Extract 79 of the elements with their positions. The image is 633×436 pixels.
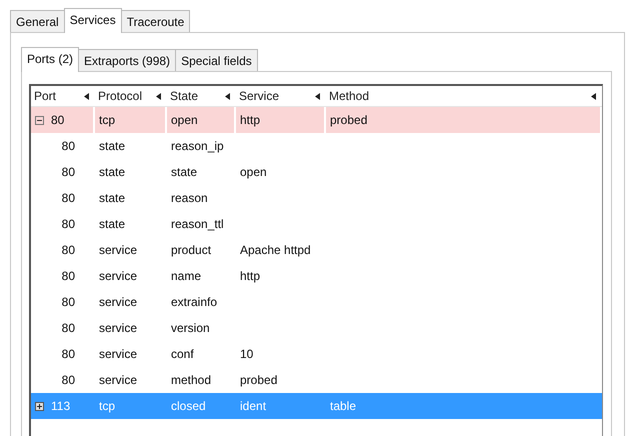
table-cell: service: [99, 347, 138, 361]
table-cell: 80: [62, 165, 75, 179]
detail-row[interactable]: 80 service name http: [31, 263, 602, 289]
column-header[interactable]: Service: [236, 86, 326, 106]
table-cell: ident: [240, 399, 266, 413]
tab[interactable]: Extraports (998): [78, 49, 176, 71]
table-cell: state: [99, 217, 126, 231]
table-cell: state: [171, 165, 198, 179]
sort-arrow-icon: [156, 92, 161, 100]
table-cell: service: [99, 321, 138, 335]
sort-arrow-icon: [84, 92, 89, 100]
table-cell: 80: [51, 113, 64, 127]
detail-row[interactable]: 80 state state open: [31, 159, 602, 185]
table-cell: 10: [240, 347, 254, 361]
table-cell: tcp: [99, 113, 116, 127]
table-cell: 80: [62, 347, 75, 361]
table-cell: name: [171, 269, 202, 283]
table-cell: http: [240, 113, 260, 127]
detail-row[interactable]: 80 service method probed: [31, 367, 602, 393]
detail-row[interactable]: 80 service version: [31, 315, 602, 341]
table-cell: product: [171, 243, 212, 257]
table-cell: state: [99, 191, 126, 205]
column-title: State: [170, 89, 198, 103]
table-cell: closed: [171, 399, 206, 413]
detail-row[interactable]: 80 state reason_ip: [31, 133, 602, 159]
detail-row[interactable]: 80 state reason: [31, 185, 602, 211]
detail-row[interactable]: 80 service product Apache httpd: [31, 237, 602, 263]
table-cell: service: [99, 295, 138, 309]
tab[interactable]: Special fields: [175, 49, 258, 71]
column-title: Port: [34, 89, 56, 103]
table-cell: reason: [171, 191, 208, 205]
table-cell: http: [240, 269, 260, 283]
table-cell: probed: [240, 373, 278, 387]
table-cell: tcp: [99, 399, 116, 413]
table-cell: 80: [62, 321, 75, 335]
tab[interactable]: Traceroute: [120, 10, 190, 32]
table-cell: state: [99, 139, 126, 153]
table-cell: table: [330, 399, 356, 413]
table-cell: conf: [171, 347, 194, 361]
tab[interactable]: Services: [64, 8, 122, 33]
table-cell: method: [171, 373, 212, 387]
table-cell: version: [171, 321, 210, 335]
column-title: Method: [329, 89, 370, 103]
sort-arrow-icon: [591, 92, 596, 100]
table-cell: 80: [62, 373, 75, 387]
detail-row[interactable]: 80 service conf 10: [31, 341, 602, 367]
collapse-icon[interactable]: [35, 116, 44, 124]
table-cell: reason_ttl: [171, 217, 224, 231]
table-cell: 80: [62, 295, 75, 309]
table-cell: 80: [62, 191, 75, 205]
column-header[interactable]: Protocol: [95, 86, 167, 106]
table-cell: service: [99, 373, 138, 387]
tab[interactable]: General: [10, 10, 65, 32]
sort-arrow-icon: [315, 92, 320, 100]
expand-icon[interactable]: [35, 402, 44, 410]
table-cell: 80: [62, 269, 75, 283]
column-header[interactable]: Port: [31, 86, 95, 106]
table-cell: 80: [62, 139, 75, 153]
column-header[interactable]: State: [167, 86, 236, 106]
table-cell: probed: [330, 113, 368, 127]
table-cell: state: [99, 165, 126, 179]
table-cell: extrainfo: [171, 295, 218, 309]
table-cell: reason_ip: [171, 139, 224, 153]
sort-arrow-icon: [225, 92, 230, 100]
column-title: Service: [239, 89, 280, 103]
detail-row[interactable]: 80 state reason_ttl: [31, 211, 602, 237]
table-cell: 80: [62, 217, 75, 231]
table-cell: 113: [51, 399, 70, 413]
table-cell: service: [99, 269, 138, 283]
table-cell: 80: [62, 243, 75, 257]
table-cell: open: [240, 165, 267, 179]
table-cell: Apache httpd: [240, 243, 311, 257]
table-cell: service: [99, 243, 138, 257]
detail-row[interactable]: 80 service extrainfo: [31, 289, 602, 315]
tab[interactable]: Ports (2): [21, 47, 80, 72]
table-cell: open: [171, 113, 198, 127]
column-title: Protocol: [98, 89, 142, 103]
table-row[interactable]: 80 tcp open http probed: [31, 107, 602, 133]
column-header[interactable]: Method: [326, 86, 602, 106]
